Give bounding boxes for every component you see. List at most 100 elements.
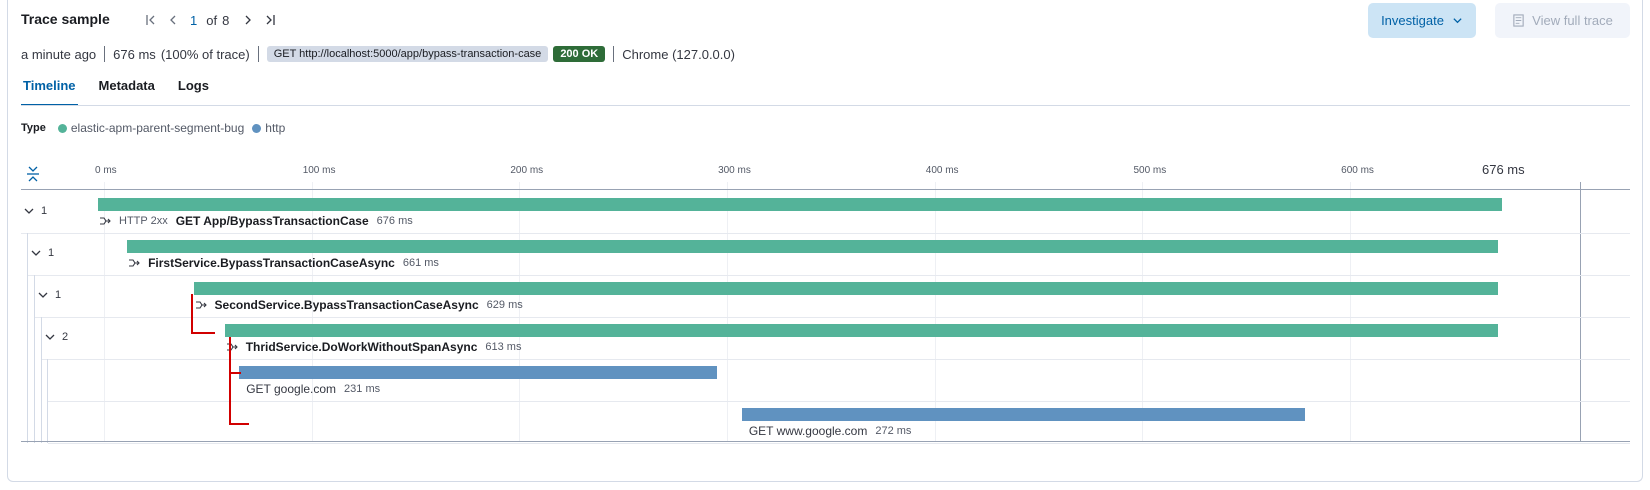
span-name[interactable]: GET www.google.com: [749, 424, 868, 438]
last-page-icon[interactable]: [259, 10, 281, 30]
span-name[interactable]: GET App/BypassTransactionCase: [176, 214, 369, 228]
view-full-trace-label: View full trace: [1532, 13, 1613, 28]
url-badge: GET http://localhost:5000/app/bypass-tra…: [266, 46, 549, 62]
span-duration: 629 ms: [486, 299, 523, 311]
grid-line: [727, 182, 729, 442]
child-count: 1: [48, 247, 55, 259]
span-bar[interactable]: [741, 408, 1305, 421]
merge-icon: [99, 215, 113, 227]
indent-guide: [41, 359, 42, 401]
indent-guide: [27, 275, 28, 317]
red-annotation-mark: [229, 372, 241, 374]
indent-guide: [47, 359, 48, 401]
indent-guide: [27, 317, 28, 359]
legend-label: elastic-apm-parent-segment-bug: [70, 121, 245, 135]
span-name[interactable]: ThridService.DoWorkWithoutSpanAsync: [246, 340, 478, 354]
row-separator: [42, 359, 1630, 360]
row-collapse-toggle[interactable]: 1: [23, 205, 47, 217]
span-name[interactable]: SecondService.BypassTransactionCaseAsync: [215, 298, 479, 312]
grid-line: [934, 182, 936, 442]
indent-guide: [34, 359, 35, 401]
child-count: 1: [41, 205, 48, 217]
trace-duration: 676 ms: [113, 46, 156, 62]
axis-tick-label: 500 ms: [1133, 165, 1167, 176]
transaction-bar[interactable]: [193, 282, 1498, 295]
trace-end-line: [1580, 182, 1581, 442]
pager-of-label: of: [206, 12, 218, 28]
span-duration: 676 ms: [376, 215, 413, 227]
chevron-down-icon: [1453, 18, 1462, 24]
tab-divider: [21, 105, 1630, 106]
investigate-button[interactable]: Investigate: [1368, 3, 1476, 38]
indent-guide: [41, 317, 42, 359]
legend-dot: [252, 123, 262, 133]
next-page-icon[interactable]: [237, 10, 259, 30]
row-separator: [48, 401, 1630, 402]
span-label: FirstService.BypassTransactionCaseAsync 6…: [128, 256, 439, 270]
grid-line: [519, 182, 521, 442]
timeline-bottom-line: [21, 441, 1630, 442]
tab-bar: Timeline Metadata Logs: [21, 74, 230, 106]
span-duration: 272 ms: [875, 425, 912, 437]
chevron-down-icon: [24, 208, 34, 214]
merge-icon: [195, 299, 209, 311]
investigate-label: Investigate: [1381, 13, 1444, 28]
row-collapse-toggle[interactable]: 1: [37, 289, 61, 301]
span-name[interactable]: GET google.com: [246, 382, 336, 396]
chevron-down-icon: [31, 250, 41, 256]
axis-tick-label: 100 ms: [302, 165, 336, 176]
transaction-bar[interactable]: [98, 198, 1502, 211]
row-separator: [35, 317, 1630, 318]
indent-guide: [27, 359, 28, 401]
span-label: GET www.google.com 272 ms: [749, 424, 912, 438]
red-annotation-mark: [191, 332, 215, 334]
row-collapse-toggle[interactable]: 2: [44, 331, 68, 343]
child-count: 2: [62, 331, 69, 343]
previous-page-icon[interactable]: [162, 10, 184, 30]
red-annotation-mark: [229, 423, 249, 425]
document-icon: [1513, 14, 1524, 27]
legend-item: elastic-apm-parent-segment-bug: [57, 121, 245, 135]
type-legend: Type elastic-apm-parent-segment-bug http: [21, 121, 293, 135]
tab-timeline[interactable]: Timeline: [21, 74, 78, 106]
transaction-bar[interactable]: [127, 240, 1498, 253]
axis-tick-label: 300 ms: [718, 165, 751, 176]
indent-guide: [34, 401, 35, 443]
row-separator: [48, 443, 1630, 444]
collapse-all-icon[interactable]: [26, 166, 40, 182]
span-duration: 231 ms: [344, 383, 381, 395]
panel-title: Trace sample: [21, 11, 110, 27]
row-separator: [28, 275, 1630, 276]
first-page-icon[interactable]: [140, 10, 162, 30]
time-ago: a minute ago: [21, 46, 97, 62]
status-badge: 200 OK: [553, 46, 606, 62]
span-name[interactable]: FirstService.BypassTransactionCaseAsync: [148, 256, 395, 270]
span-bar[interactable]: [239, 366, 717, 379]
span-label: HTTP 2xx GET App/BypassTransactionCase 676…: [99, 214, 413, 228]
trace-meta: a minute ago 676 ms (100% of trace) GET …: [21, 45, 735, 63]
result-label: HTTP 2xx: [119, 215, 168, 227]
span-label: GET google.com 231 ms: [246, 382, 380, 396]
axis-tick-label: 600 ms: [1341, 165, 1374, 176]
current-page[interactable]: 1: [190, 13, 197, 28]
span-label: SecondService.BypassTransactionCaseAsync…: [195, 298, 523, 312]
indent-guide: [34, 275, 35, 317]
indent-guide: [47, 401, 48, 443]
row-collapse-toggle[interactable]: 1: [30, 247, 54, 259]
legend-item: http: [252, 121, 285, 135]
chevron-down-icon: [45, 334, 55, 340]
merge-icon: [128, 257, 142, 269]
indent-guide: [27, 401, 28, 443]
tab-metadata[interactable]: Metadata: [97, 74, 157, 106]
span-duration: 661 ms: [402, 257, 439, 269]
tab-logs[interactable]: Logs: [176, 74, 211, 106]
axis-tick-label: 400 ms: [925, 165, 959, 176]
transaction-bar[interactable]: [224, 324, 1498, 337]
grid-line: [1350, 182, 1352, 442]
view-full-trace-button[interactable]: View full trace: [1495, 3, 1630, 38]
divider: [257, 46, 259, 62]
indent-guide: [34, 317, 35, 359]
grid-line: [1142, 182, 1144, 442]
merge-icon: [226, 341, 240, 353]
trace-pager: 1 of 8: [140, 10, 281, 30]
